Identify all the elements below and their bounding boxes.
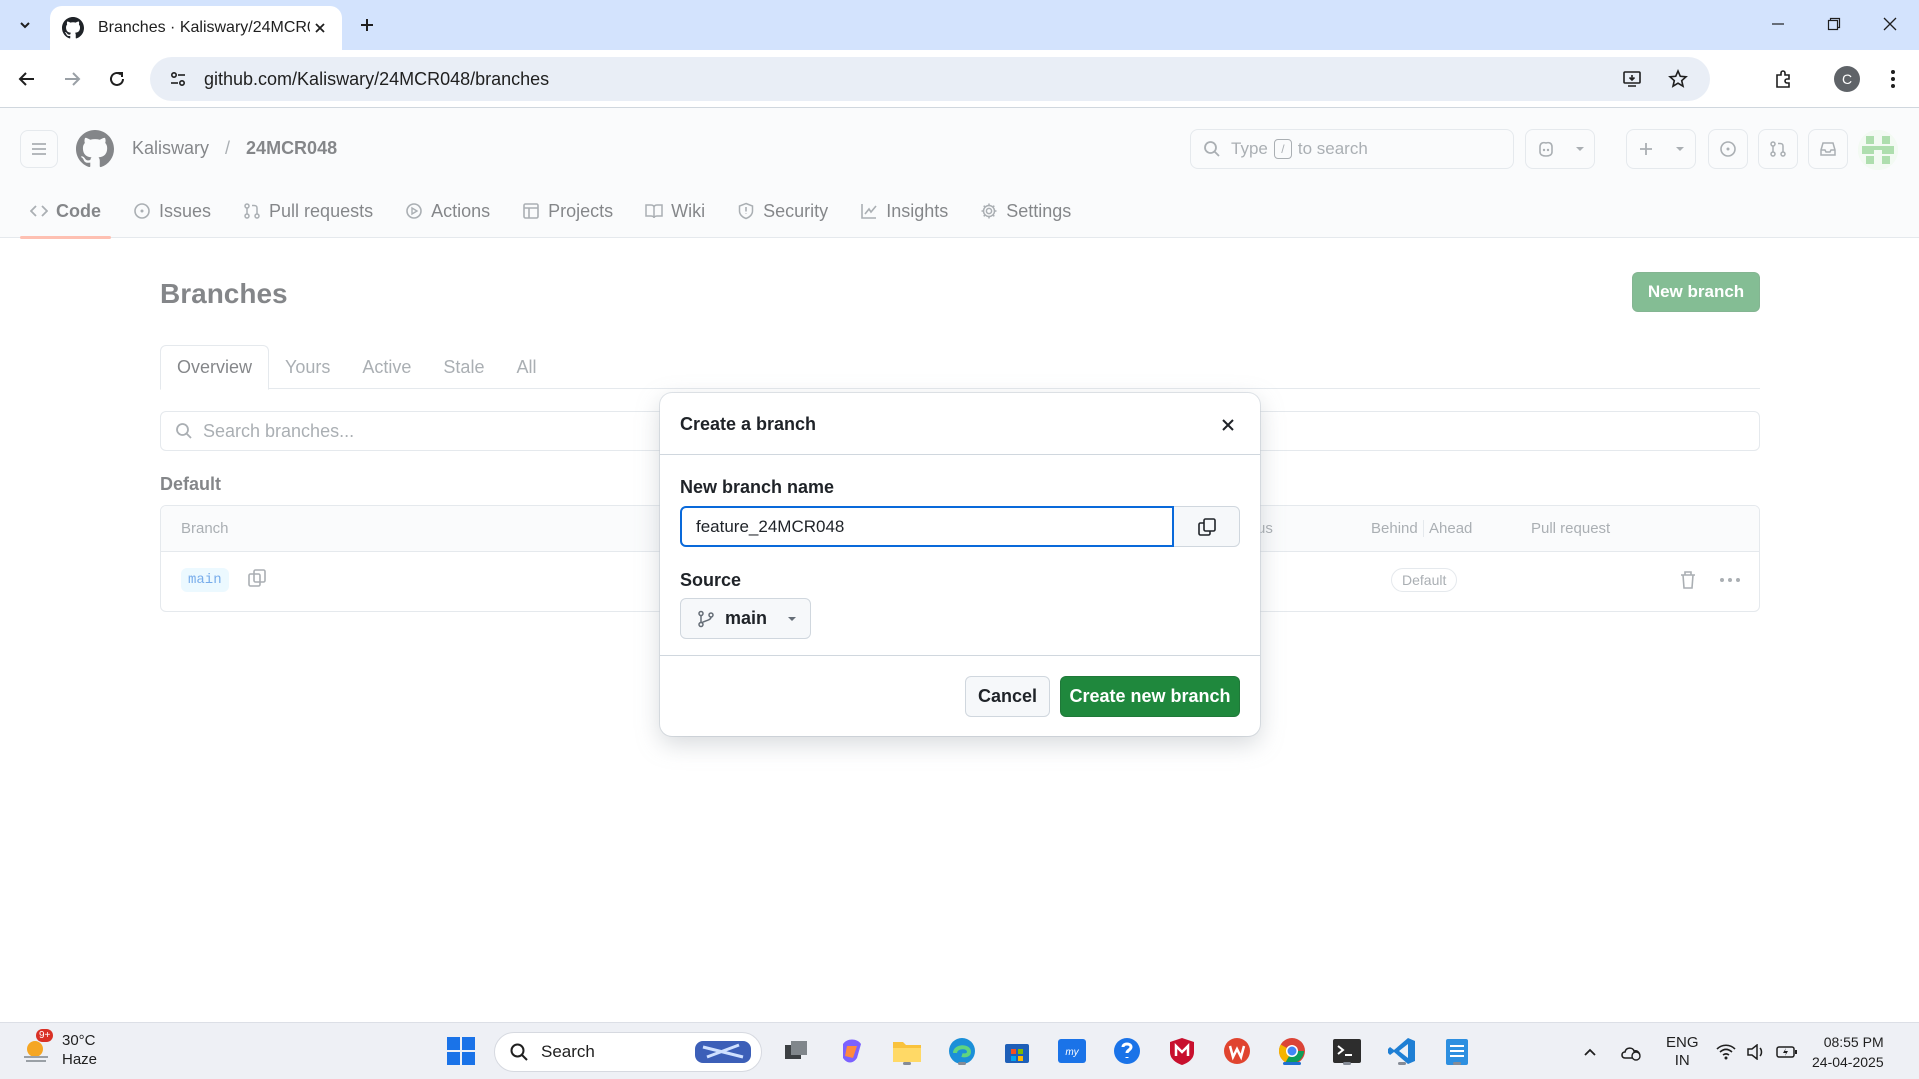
running-indicator-active: [1283, 1062, 1301, 1065]
running-indicator: [1453, 1062, 1461, 1065]
system-clock[interactable]: 08:55 PM 24-04-2025: [1812, 1032, 1884, 1072]
source-label: Source: [680, 570, 742, 590]
cancel-button[interactable]: Cancel: [965, 676, 1050, 717]
running-indicator: [1398, 1062, 1406, 1065]
quick-settings[interactable]: [1716, 1023, 1798, 1079]
taskbar-search[interactable]: Search: [494, 1032, 762, 1072]
browser-toolbar: github.com/Kaliswary/24MCR048/branches C: [0, 50, 1919, 108]
clock-date: 24-04-2025: [1812, 1054, 1884, 1070]
language-indicator[interactable]: ENG IN: [1666, 1023, 1699, 1079]
chrome-icon[interactable]: [1274, 1033, 1310, 1069]
taskbar-search-label: Search: [541, 1042, 595, 1061]
show-hidden-icons[interactable]: [1582, 1023, 1598, 1079]
running-indicator: [1343, 1062, 1351, 1065]
task-view-icon[interactable]: [778, 1033, 814, 1069]
windows-logo-icon: [447, 1037, 475, 1065]
close-dialog-button[interactable]: [1216, 413, 1240, 437]
reload-button[interactable]: [100, 62, 134, 96]
search-highlight-icon: [695, 1041, 751, 1063]
branch-name-label: New branch name: [680, 477, 835, 497]
file-explorer-icon[interactable]: [889, 1033, 925, 1069]
microsoft-store-icon[interactable]: [999, 1033, 1035, 1069]
dialog-footer: Cancel Create new branch: [660, 655, 1260, 736]
arrow-right-icon: [65, 72, 81, 86]
browser-tab-active[interactable]: Branches · Kaliswary/24MCR048: [50, 6, 342, 50]
github-favicon-icon: [62, 17, 84, 39]
volume-icon: [1747, 1043, 1763, 1060]
install-app-icon[interactable]: [1612, 57, 1652, 101]
git-branch-icon: [698, 610, 714, 627]
copilot-app-icon[interactable]: [834, 1033, 870, 1069]
vscode-icon[interactable]: [1384, 1033, 1420, 1069]
onedrive-icon[interactable]: [1620, 1023, 1644, 1079]
wifi-icon: [1716, 1043, 1736, 1059]
close-icon: [1222, 419, 1234, 431]
clock-time: 08:55 PM: [1823, 1034, 1884, 1050]
profile-avatar[interactable]: C: [1830, 62, 1864, 96]
tab-close-icon[interactable]: [310, 18, 330, 38]
weather-widget[interactable]: 9+ 30°C Haze: [20, 1029, 98, 1069]
source-branch-dropdown[interactable]: main: [680, 598, 811, 639]
running-indicator: [958, 1062, 966, 1065]
plus-icon: [361, 19, 373, 31]
edge-browser-icon[interactable]: [944, 1033, 980, 1069]
create-branch-dialog: Create a branch New branch name Source m…: [660, 393, 1260, 736]
windows-taskbar: 9+ 30°C Haze Search my ENG IN 08:55 PM 2…: [0, 1022, 1919, 1079]
tab-title: Branches · Kaliswary/24MCR048: [98, 19, 310, 36]
get-help-icon[interactable]: [1109, 1033, 1145, 1069]
forward-button[interactable]: [55, 62, 89, 96]
minimize-button[interactable]: [1758, 8, 1798, 40]
create-new-branch-button[interactable]: Create new branch: [1060, 676, 1240, 717]
weather-haze-icon: 9+: [20, 1029, 54, 1067]
copy-branch-name-button[interactable]: [1174, 506, 1240, 547]
new-tab-button[interactable]: [352, 10, 382, 40]
browser-menu-icon[interactable]: [1876, 62, 1910, 96]
chevron-down-icon: [20, 22, 30, 29]
bookmark-star-icon[interactable]: [1658, 57, 1698, 101]
triangle-down-icon: [788, 616, 797, 621]
weather-alert-badge: 9+: [36, 1029, 54, 1042]
weather-temperature: 30°C: [62, 1032, 96, 1049]
weather-description: Haze: [62, 1051, 98, 1068]
myhp-icon[interactable]: my: [1054, 1033, 1090, 1069]
source-branch-value: main: [725, 608, 768, 628]
svg-text:my: my: [1065, 1047, 1079, 1058]
tab-search-button[interactable]: [10, 10, 40, 40]
restore-icon: [1827, 17, 1841, 31]
wps-office-icon[interactable]: [1219, 1033, 1255, 1069]
branch-name-input[interactable]: [680, 506, 1174, 547]
extensions-icon[interactable]: [1766, 62, 1800, 96]
back-button[interactable]: [10, 62, 44, 96]
url-text: github.com/Kaliswary/24MCR048/branches: [204, 68, 550, 89]
region-code: IN: [1674, 1051, 1690, 1069]
profile-initial: C: [1834, 66, 1860, 92]
search-icon: [510, 1043, 528, 1061]
running-indicator: [903, 1062, 911, 1065]
close-icon: [1883, 17, 1897, 31]
battery-charging-icon: [1776, 1045, 1797, 1058]
address-bar[interactable]: github.com/Kaliswary/24MCR048/branches: [150, 57, 1710, 101]
reload-icon: [110, 71, 124, 86]
chevron-up-icon: [1584, 1048, 1596, 1056]
mcafee-icon[interactable]: [1164, 1033, 1200, 1069]
arrow-left-icon: [18, 72, 34, 86]
terminal-icon[interactable]: [1329, 1033, 1365, 1069]
close-window-button[interactable]: [1870, 8, 1910, 40]
minimize-icon: [1772, 23, 1784, 25]
copy-icon: [1197, 517, 1216, 536]
restore-button[interactable]: [1814, 8, 1854, 40]
site-info-icon[interactable]: [158, 70, 198, 88]
notepad-icon[interactable]: [1439, 1033, 1475, 1069]
dialog-header: Create a branch: [660, 393, 1260, 455]
start-button[interactable]: [443, 1033, 479, 1069]
dialog-title: Create a branch: [680, 414, 817, 434]
browser-tab-strip: Branches · Kaliswary/24MCR048: [0, 0, 1919, 50]
language-code: ENG: [1666, 1033, 1699, 1051]
